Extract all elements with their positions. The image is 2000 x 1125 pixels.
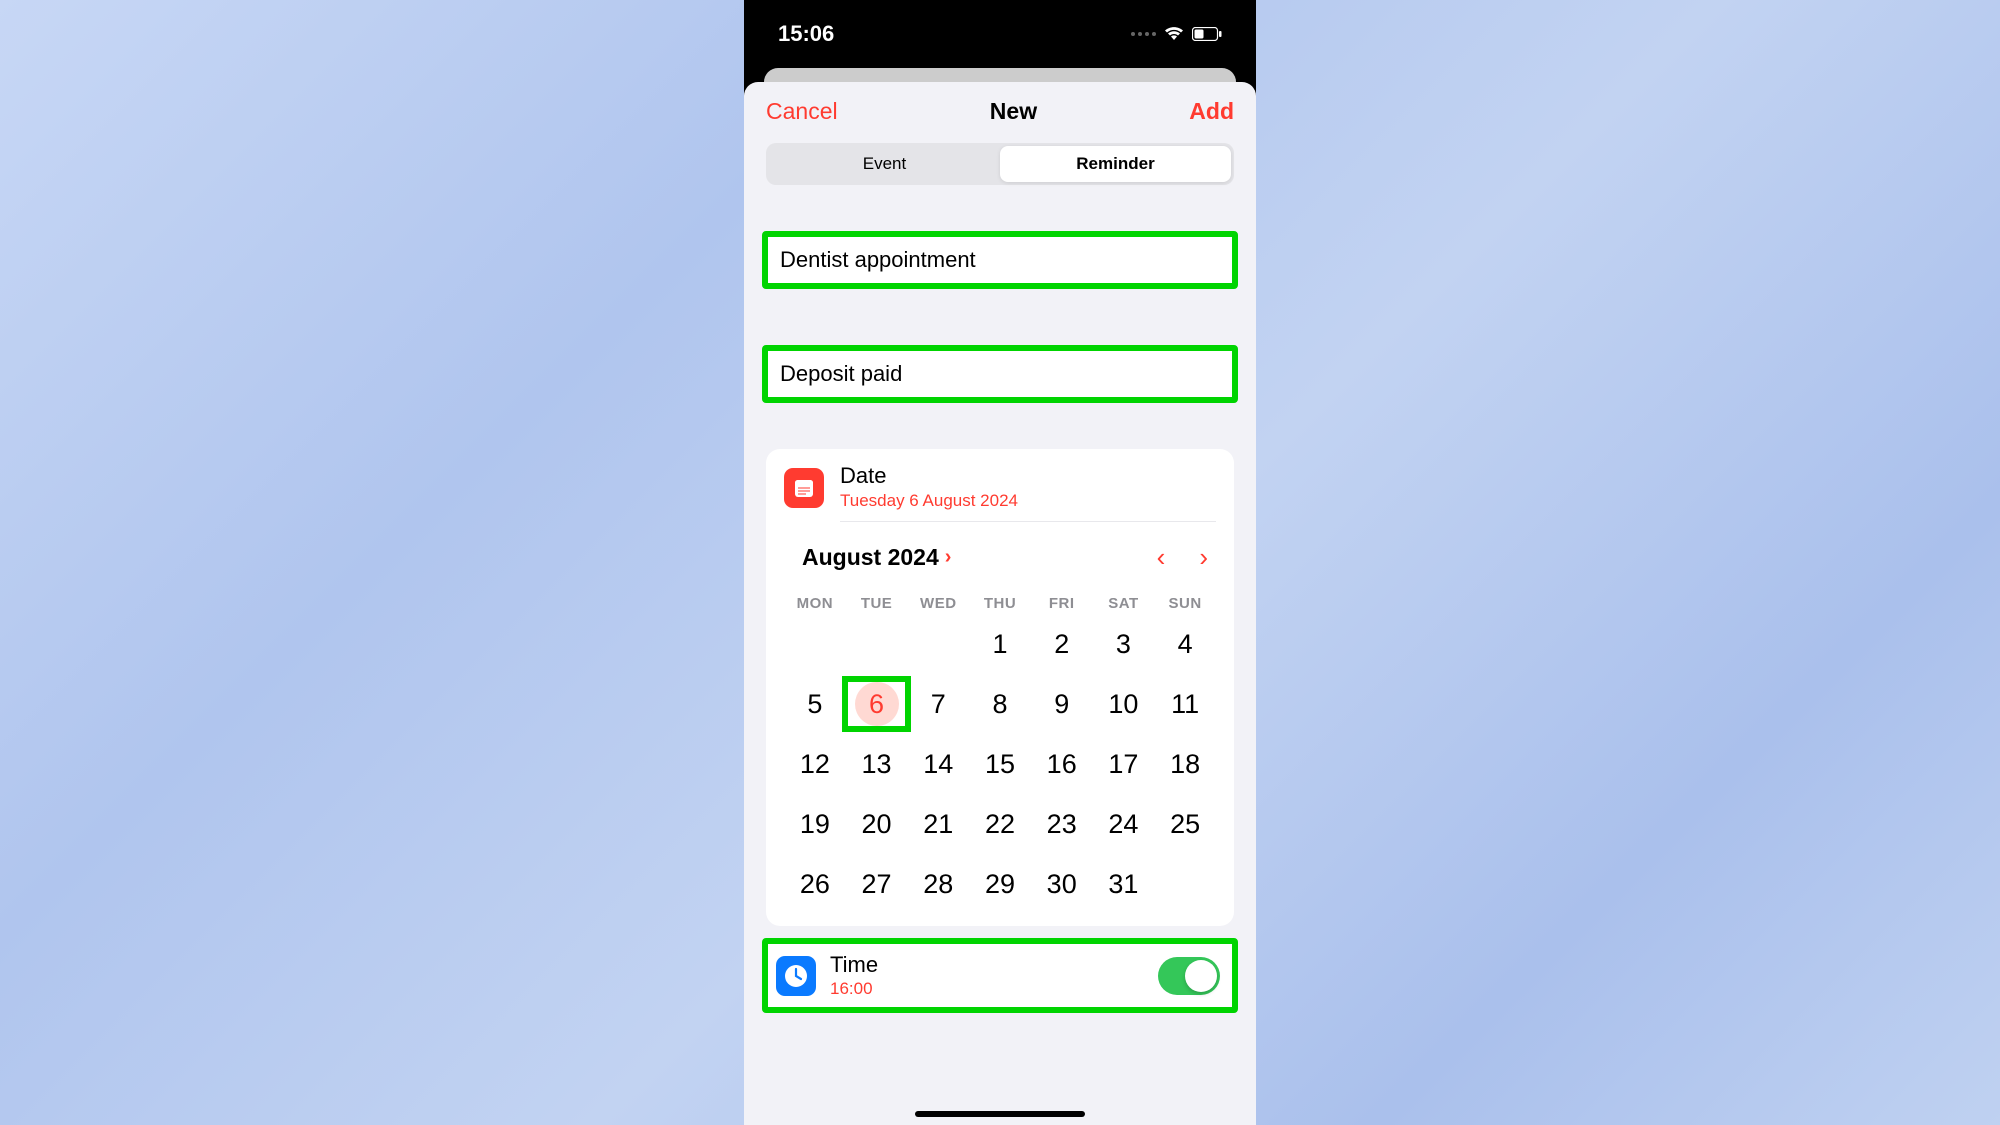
calendar-day[interactable]: 29	[969, 860, 1031, 908]
calendar-day-empty	[1154, 860, 1216, 908]
title-input-text: Dentist appointment	[780, 247, 1220, 273]
dow-label: FRI	[1031, 595, 1093, 612]
notes-input-text: Deposit paid	[780, 361, 1220, 387]
calendar-day-empty	[846, 620, 908, 668]
status-time: 15:06	[778, 21, 834, 47]
toggle-knob	[1185, 960, 1217, 992]
time-row: Time 16:00	[762, 938, 1238, 1013]
calendar-day[interactable]: 28	[907, 860, 969, 908]
date-row[interactable]: Date Tuesday 6 August 2024	[766, 449, 1234, 524]
cancel-button[interactable]: Cancel	[766, 98, 838, 125]
calendar-day[interactable]: 23	[1031, 800, 1093, 848]
dow-label: SUN	[1154, 595, 1216, 612]
calendar-day[interactable]: 3	[1093, 620, 1155, 668]
calendar-icon	[784, 468, 824, 508]
background: 15:06 Cancel New Add Event	[0, 0, 2000, 1125]
calendar-day[interactable]: 17	[1093, 740, 1155, 788]
calendar-day[interactable]: 9	[1031, 680, 1093, 728]
day-of-week-row: MONTUEWEDTHUFRISATSUN	[766, 581, 1234, 616]
home-indicator[interactable]	[915, 1111, 1085, 1117]
month-label: August 2024	[802, 544, 939, 571]
calendar-day[interactable]: 22	[969, 800, 1031, 848]
title-input[interactable]: Dentist appointment	[762, 231, 1238, 289]
calendar-day[interactable]: 18	[1154, 740, 1216, 788]
segment-event[interactable]: Event	[769, 146, 1000, 182]
calendar-day[interactable]: 24	[1093, 800, 1155, 848]
calendar-day[interactable]: 1	[969, 620, 1031, 668]
clock-icon	[776, 956, 816, 996]
cellular-dots-icon	[1131, 32, 1156, 36]
next-month-button[interactable]: ›	[1199, 542, 1208, 573]
calendar-day[interactable]: 25	[1154, 800, 1216, 848]
calendar-day[interactable]: 11	[1154, 680, 1216, 728]
calendar-day[interactable]: 13	[846, 740, 908, 788]
calendar-day[interactable]: 7	[907, 680, 969, 728]
dow-label: THU	[969, 595, 1031, 612]
dow-label: TUE	[846, 595, 908, 612]
time-labels[interactable]: Time 16:00	[830, 952, 1144, 999]
date-card: Date Tuesday 6 August 2024 August 2024 ›…	[766, 449, 1234, 926]
add-button[interactable]: Add	[1189, 98, 1234, 125]
time-toggle[interactable]	[1158, 957, 1220, 995]
calendar-day[interactable]: 26	[784, 860, 846, 908]
calendar-day-empty	[784, 620, 846, 668]
calendar-day[interactable]: 27	[846, 860, 908, 908]
time-label: Time	[830, 952, 1144, 978]
wifi-icon	[1164, 27, 1184, 41]
calendar-day[interactable]: 30	[1031, 860, 1093, 908]
calendar-nav: ‹ ›	[1157, 542, 1208, 573]
days-grid: 1234567891011121314151617181920212223242…	[766, 616, 1234, 926]
time-value: 16:00	[830, 979, 1144, 999]
calendar-day[interactable]: 12	[784, 740, 846, 788]
calendar-day[interactable]: 31	[1093, 860, 1155, 908]
notes-input[interactable]: Deposit paid	[762, 345, 1238, 403]
calendar-day[interactable]: 10	[1093, 680, 1155, 728]
nav-bar: Cancel New Add	[744, 82, 1256, 137]
prev-month-button[interactable]: ‹	[1157, 542, 1166, 573]
calendar-day[interactable]: 20	[846, 800, 908, 848]
dow-label: MON	[784, 595, 846, 612]
status-icons	[1131, 27, 1222, 41]
calendar-day[interactable]: 2	[1031, 620, 1093, 668]
calendar-header: August 2024 › ‹ ›	[766, 524, 1234, 581]
calendar-day[interactable]: 4	[1154, 620, 1216, 668]
page-title: New	[990, 98, 1037, 125]
dow-label: SAT	[1093, 595, 1155, 612]
type-segment: Event Reminder	[766, 143, 1234, 185]
calendar-day[interactable]: 6	[846, 680, 908, 728]
battery-icon	[1192, 27, 1222, 41]
chevron-right-icon: ›	[945, 546, 952, 569]
calendar-day[interactable]: 15	[969, 740, 1031, 788]
date-value: Tuesday 6 August 2024	[840, 491, 1216, 511]
modal-sheet: Cancel New Add Event Reminder Dentist ap…	[744, 82, 1256, 1125]
dow-label: WED	[907, 595, 969, 612]
calendar-day[interactable]: 16	[1031, 740, 1093, 788]
calendar-day-empty	[907, 620, 969, 668]
calendar-day[interactable]: 14	[907, 740, 969, 788]
calendar-day[interactable]: 8	[969, 680, 1031, 728]
calendar-day[interactable]: 21	[907, 800, 969, 848]
date-label: Date	[840, 463, 1216, 489]
calendar-day[interactable]: 5	[784, 680, 846, 728]
segment-reminder[interactable]: Reminder	[1000, 146, 1231, 182]
phone-frame: 15:06 Cancel New Add Event	[744, 0, 1256, 1125]
status-bar: 15:06	[744, 0, 1256, 68]
date-labels: Date Tuesday 6 August 2024	[840, 463, 1216, 522]
calendar-day[interactable]: 19	[784, 800, 846, 848]
month-picker[interactable]: August 2024 ›	[802, 544, 951, 571]
